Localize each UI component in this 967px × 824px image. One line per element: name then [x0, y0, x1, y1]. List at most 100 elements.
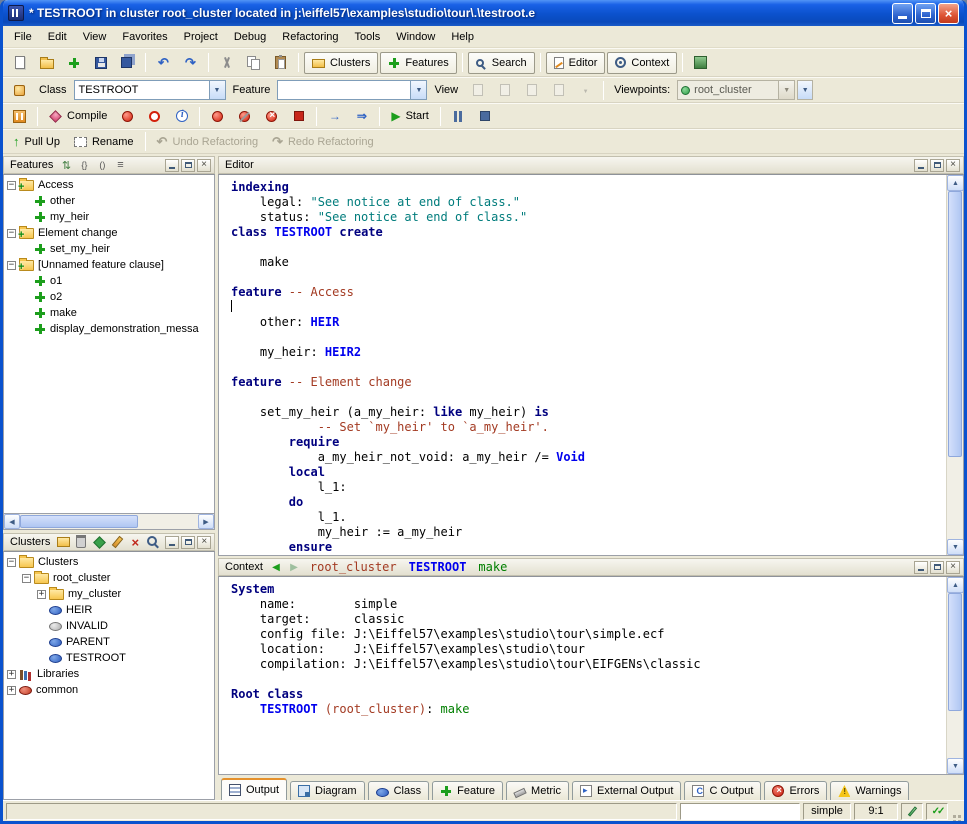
class-combobox-arrow[interactable]: ▼ [209, 81, 225, 99]
editor-code-area[interactable]: indexing legal: "See notice at end of cl… [219, 175, 946, 555]
menu-item-window[interactable]: Window [388, 28, 443, 46]
signature-icon[interactable] [94, 158, 110, 172]
expander-minus-icon[interactable]: − [7, 261, 16, 270]
cut-button[interactable] [214, 52, 239, 74]
tab-diagram[interactable]: Diagram [290, 781, 365, 800]
breakpoints-enable-button[interactable] [205, 105, 230, 127]
clusters-maximize-button[interactable] [181, 536, 195, 549]
features-close-button[interactable]: × [197, 159, 211, 172]
pause-button[interactable] [446, 105, 471, 127]
alias-icon[interactable] [112, 158, 128, 172]
menu-item-favorites[interactable]: Favorites [114, 28, 175, 46]
view-dropdown-button[interactable] [573, 79, 598, 101]
viewpoints-combobox[interactable]: root_cluster ▼ [677, 80, 795, 100]
context-output-area[interactable]: System name: simple target: classic conf… [219, 577, 946, 774]
freeze-button[interactable] [115, 105, 140, 127]
breakpoints-remove-button[interactable] [286, 105, 311, 127]
new-document-button[interactable] [7, 52, 32, 74]
tree-item-element-change[interactable]: −Element change [4, 225, 214, 241]
resize-grip[interactable] [958, 815, 961, 818]
new-cluster-icon[interactable] [55, 535, 71, 549]
feature-combobox[interactable]: ▼ [277, 80, 427, 100]
scroll-down-arrow[interactable]: ▼ [947, 758, 964, 774]
project-settings-button[interactable] [7, 105, 32, 127]
editor-minimize-button[interactable] [914, 159, 928, 172]
toggle-search-button[interactable]: Search [468, 52, 535, 74]
delete-icon[interactable] [127, 535, 143, 549]
tree-item-libraries[interactable]: +Libraries [4, 666, 214, 682]
scrollbar-track[interactable] [947, 593, 963, 758]
class-combobox[interactable]: TESTROOT ▼ [74, 80, 226, 100]
tab-class[interactable]: Class [368, 781, 430, 800]
external-commands-button[interactable] [688, 52, 713, 74]
undo-refactoring-button[interactable]: Undo Refactoring [151, 131, 265, 153]
tree-item-unnamed-feature-clause[interactable]: −[Unnamed feature clause] [4, 257, 214, 273]
history-back-button[interactable]: ◀ [268, 562, 284, 573]
tree-item-set-my-heir[interactable]: set_my_heir [4, 241, 214, 257]
melt-button[interactable] [142, 105, 167, 127]
view-text-button[interactable] [465, 79, 490, 101]
context-minimize-button[interactable] [914, 561, 928, 574]
tree-item-my-cluster[interactable]: +my_cluster [4, 586, 214, 602]
tree-item-parent[interactable]: PARENT [4, 634, 214, 650]
view-contract-button[interactable] [546, 79, 571, 101]
view-clickable-button[interactable] [492, 79, 517, 101]
add-item-button[interactable] [61, 52, 86, 74]
expander-plus-icon[interactable]: + [37, 590, 46, 599]
tree-item-invalid[interactable]: INVALID [4, 618, 214, 634]
step-over-button[interactable] [349, 105, 374, 127]
expander-plus-icon[interactable]: + [7, 686, 16, 695]
scrollbar-track[interactable] [947, 191, 963, 539]
expander-minus-icon[interactable]: − [7, 229, 16, 238]
expander-plus-icon[interactable]: + [7, 670, 16, 679]
redo-button[interactable] [178, 52, 203, 74]
menu-item-refactoring[interactable]: Refactoring [274, 28, 346, 46]
scroll-down-arrow[interactable]: ▼ [947, 539, 964, 555]
edit-icon[interactable] [109, 535, 125, 549]
viewpoints-combobox-arrow[interactable]: ▼ [778, 81, 794, 99]
tree-item-make[interactable]: make [4, 305, 214, 321]
status-edit-indicator[interactable] [901, 803, 923, 820]
features-minimize-button[interactable] [165, 159, 179, 172]
redo-refactoring-button[interactable]: Redo Refactoring [266, 131, 380, 153]
search-icon[interactable] [145, 535, 161, 549]
close-button[interactable]: × [938, 3, 959, 24]
menu-item-help[interactable]: Help [443, 28, 482, 46]
undo-button[interactable] [151, 52, 176, 74]
features-horizontal-scrollbar[interactable]: ◀ ▶ [3, 514, 215, 530]
scrollbar-thumb[interactable] [948, 593, 962, 711]
context-close-button[interactable]: × [946, 561, 960, 574]
scroll-up-arrow[interactable]: ▲ [947, 577, 964, 593]
menu-item-project[interactable]: Project [176, 28, 226, 46]
menu-item-view[interactable]: View [75, 28, 115, 46]
compile-button[interactable]: Compile [43, 105, 113, 127]
expander-minus-icon[interactable]: − [22, 574, 31, 583]
editor-close-button[interactable]: × [946, 159, 960, 172]
tree-item-other[interactable]: other [4, 193, 214, 209]
tree-item-access[interactable]: −Access [4, 177, 214, 193]
scroll-right-arrow[interactable]: ▶ [198, 514, 214, 529]
tree-item-common[interactable]: +common [4, 682, 214, 698]
open-folder-button[interactable] [34, 52, 59, 74]
tree-item-display-demonstration-messa[interactable]: display_demonstration_messa [4, 321, 214, 337]
menu-item-debug[interactable]: Debug [226, 28, 274, 46]
breadcrumb-testroot[interactable]: TESTROOT [409, 560, 467, 574]
context-maximize-button[interactable] [930, 561, 944, 574]
menu-item-tools[interactable]: Tools [347, 28, 389, 46]
context-vertical-scrollbar[interactable]: ▲ ▼ [946, 577, 963, 774]
tab-c-output[interactable]: C Output [684, 781, 761, 800]
tree-item-my-heir[interactable]: my_heir [4, 209, 214, 225]
clusters-close-button[interactable]: × [197, 536, 211, 549]
save-button[interactable] [88, 52, 113, 74]
feature-combobox-arrow[interactable]: ▼ [410, 81, 426, 99]
tab-warnings[interactable]: Warnings [830, 781, 909, 800]
scrollbar-thumb[interactable] [20, 515, 138, 528]
class-tool-button[interactable] [7, 79, 32, 101]
expander-minus-icon[interactable]: − [7, 558, 16, 567]
menu-item-file[interactable]: File [6, 28, 40, 46]
tree-item-heir[interactable]: HEIR [4, 602, 214, 618]
tab-metric[interactable]: Metric [506, 781, 569, 800]
diamond-icon[interactable] [91, 535, 107, 549]
restore-button[interactable] [915, 3, 936, 24]
sort-icon[interactable] [58, 158, 74, 172]
